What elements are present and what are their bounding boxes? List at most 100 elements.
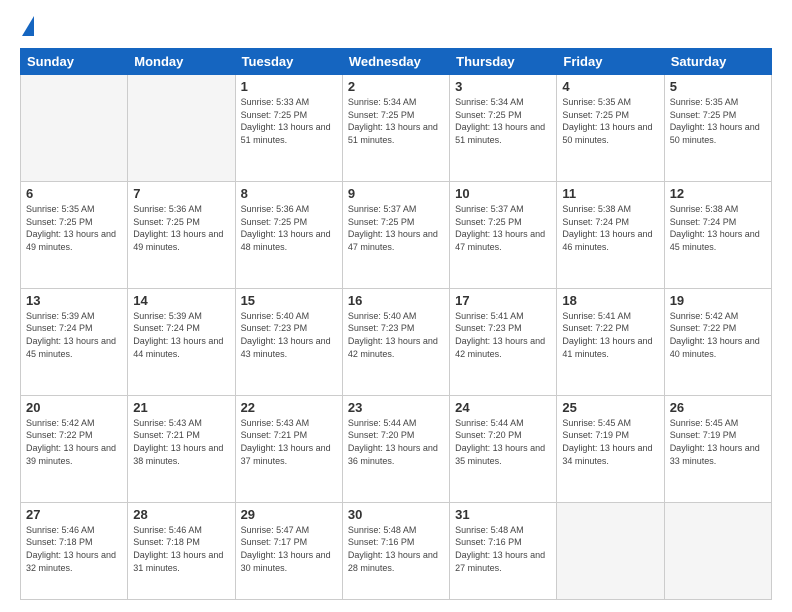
day-info: Sunrise: 5:35 AM Sunset: 7:25 PM Dayligh… (562, 96, 658, 146)
calendar-cell: 20 Sunrise: 5:42 AM Sunset: 7:22 PM Dayli… (21, 395, 128, 502)
calendar-cell: 16 Sunrise: 5:40 AM Sunset: 7:23 PM Dayli… (342, 288, 449, 395)
day-info: Sunrise: 5:39 AM Sunset: 7:24 PM Dayligh… (133, 310, 229, 360)
weekday-header: Sunday (21, 49, 128, 75)
day-info: Sunrise: 5:39 AM Sunset: 7:24 PM Dayligh… (26, 310, 122, 360)
calendar-cell: 29 Sunrise: 5:47 AM Sunset: 7:17 PM Dayli… (235, 502, 342, 599)
day-number: 20 (26, 400, 122, 415)
day-number: 2 (348, 79, 444, 94)
day-number: 21 (133, 400, 229, 415)
day-number: 14 (133, 293, 229, 308)
calendar-cell: 9 Sunrise: 5:37 AM Sunset: 7:25 PM Daylig… (342, 181, 449, 288)
day-info: Sunrise: 5:36 AM Sunset: 7:25 PM Dayligh… (133, 203, 229, 253)
day-number: 10 (455, 186, 551, 201)
calendar-cell: 12Sunrise: 5:38 AM Sunset: 7:24 PM Dayli… (664, 181, 771, 288)
day-info: Sunrise: 5:42 AM Sunset: 7:22 PM Dayligh… (670, 310, 766, 360)
day-number: 26 (670, 400, 766, 415)
calendar-cell: 8Sunrise: 5:36 AM Sunset: 7:25 PM Daylig… (235, 181, 342, 288)
calendar-cell (128, 75, 235, 182)
day-info: Sunrise: 5:37 AM Sunset: 7:25 PM Dayligh… (455, 203, 551, 253)
day-info: Sunrise: 5:36 AM Sunset: 7:25 PM Dayligh… (241, 203, 337, 253)
day-info: Sunrise: 5:38 AM Sunset: 7:24 PM Dayligh… (562, 203, 658, 253)
calendar-cell: 11Sunrise: 5:38 AM Sunset: 7:24 PM Dayli… (557, 181, 664, 288)
calendar-cell: 3Sunrise: 5:34 AM Sunset: 7:25 PM Daylig… (450, 75, 557, 182)
day-info: Sunrise: 5:46 AM Sunset: 7:18 PM Dayligh… (133, 524, 229, 574)
day-number: 7 (133, 186, 229, 201)
day-info: Sunrise: 5:47 AM Sunset: 7:17 PM Dayligh… (241, 524, 337, 574)
calendar-cell: 4 Sunrise: 5:35 AM Sunset: 7:25 PM Daylig… (557, 75, 664, 182)
day-number: 13 (26, 293, 122, 308)
calendar-cell: 7 Sunrise: 5:36 AM Sunset: 7:25 PM Daylig… (128, 181, 235, 288)
day-info: Sunrise: 5:46 AM Sunset: 7:18 PM Dayligh… (26, 524, 122, 574)
weekday-header: Wednesday (342, 49, 449, 75)
calendar-cell: 13 Sunrise: 5:39 AM Sunset: 7:24 PM Dayli… (21, 288, 128, 395)
day-number: 4 (562, 79, 658, 94)
calendar-cell: 31 Sunrise: 5:48 AM Sunset: 7:16 PM Dayli… (450, 502, 557, 599)
calendar-table: SundayMondayTuesdayWednesdayThursdayFrid… (20, 48, 772, 600)
day-number: 19 (670, 293, 766, 308)
day-info: Sunrise: 5:40 AM Sunset: 7:23 PM Dayligh… (348, 310, 444, 360)
calendar-cell: 28 Sunrise: 5:46 AM Sunset: 7:18 PM Dayli… (128, 502, 235, 599)
weekday-header: Friday (557, 49, 664, 75)
calendar-cell: 6 Sunrise: 5:35 AM Sunset: 7:25 PM Daylig… (21, 181, 128, 288)
weekday-header: Tuesday (235, 49, 342, 75)
logo (20, 16, 34, 38)
day-info: Sunrise: 5:34 AM Sunset: 7:25 PM Dayligh… (348, 96, 444, 146)
day-info: Sunrise: 5:40 AM Sunset: 7:23 PM Dayligh… (241, 310, 337, 360)
weekday-header: Thursday (450, 49, 557, 75)
calendar-cell: 18Sunrise: 5:41 AM Sunset: 7:22 PM Dayli… (557, 288, 664, 395)
calendar-cell: 22 Sunrise: 5:43 AM Sunset: 7:21 PM Dayli… (235, 395, 342, 502)
calendar-cell: 26Sunrise: 5:45 AM Sunset: 7:19 PM Dayli… (664, 395, 771, 502)
day-number: 15 (241, 293, 337, 308)
day-number: 24 (455, 400, 551, 415)
day-info: Sunrise: 5:43 AM Sunset: 7:21 PM Dayligh… (241, 417, 337, 467)
logo-triangle-icon (22, 16, 34, 36)
day-number: 31 (455, 507, 551, 522)
calendar-cell: 25 Sunrise: 5:45 AM Sunset: 7:19 PM Dayli… (557, 395, 664, 502)
day-info: Sunrise: 5:42 AM Sunset: 7:22 PM Dayligh… (26, 417, 122, 467)
calendar-cell (557, 502, 664, 599)
day-info: Sunrise: 5:33 AM Sunset: 7:25 PM Dayligh… (241, 96, 337, 146)
day-number: 5 (670, 79, 766, 94)
calendar-cell: 10 Sunrise: 5:37 AM Sunset: 7:25 PM Dayli… (450, 181, 557, 288)
calendar-cell (664, 502, 771, 599)
day-number: 6 (26, 186, 122, 201)
weekday-header: Monday (128, 49, 235, 75)
calendar-cell: 17Sunrise: 5:41 AM Sunset: 7:23 PM Dayli… (450, 288, 557, 395)
day-info: Sunrise: 5:45 AM Sunset: 7:19 PM Dayligh… (562, 417, 658, 467)
calendar-cell: 19 Sunrise: 5:42 AM Sunset: 7:22 PM Dayli… (664, 288, 771, 395)
calendar-cell: 24 Sunrise: 5:44 AM Sunset: 7:20 PM Dayli… (450, 395, 557, 502)
day-info: Sunrise: 5:37 AM Sunset: 7:25 PM Dayligh… (348, 203, 444, 253)
calendar-cell: 30Sunrise: 5:48 AM Sunset: 7:16 PM Dayli… (342, 502, 449, 599)
day-info: Sunrise: 5:41 AM Sunset: 7:23 PM Dayligh… (455, 310, 551, 360)
calendar-week-row: 13 Sunrise: 5:39 AM Sunset: 7:24 PM Dayli… (21, 288, 772, 395)
calendar-cell: 1 Sunrise: 5:33 AM Sunset: 7:25 PM Daylig… (235, 75, 342, 182)
calendar-week-row: 27 Sunrise: 5:46 AM Sunset: 7:18 PM Dayli… (21, 502, 772, 599)
day-number: 29 (241, 507, 337, 522)
weekday-header-row: SundayMondayTuesdayWednesdayThursdayFrid… (21, 49, 772, 75)
calendar-cell: 14 Sunrise: 5:39 AM Sunset: 7:24 PM Dayli… (128, 288, 235, 395)
day-info: Sunrise: 5:44 AM Sunset: 7:20 PM Dayligh… (455, 417, 551, 467)
calendar-cell: 15 Sunrise: 5:40 AM Sunset: 7:23 PM Dayli… (235, 288, 342, 395)
day-number: 27 (26, 507, 122, 522)
day-number: 9 (348, 186, 444, 201)
day-number: 1 (241, 79, 337, 94)
day-info: Sunrise: 5:48 AM Sunset: 7:16 PM Dayligh… (455, 524, 551, 574)
day-info: Sunrise: 5:34 AM Sunset: 7:25 PM Dayligh… (455, 96, 551, 146)
calendar-week-row: 20 Sunrise: 5:42 AM Sunset: 7:22 PM Dayli… (21, 395, 772, 502)
calendar-cell: 21 Sunrise: 5:43 AM Sunset: 7:21 PM Dayli… (128, 395, 235, 502)
day-info: Sunrise: 5:43 AM Sunset: 7:21 PM Dayligh… (133, 417, 229, 467)
calendar-cell: 2 Sunrise: 5:34 AM Sunset: 7:25 PM Daylig… (342, 75, 449, 182)
day-info: Sunrise: 5:35 AM Sunset: 7:25 PM Dayligh… (670, 96, 766, 146)
day-number: 22 (241, 400, 337, 415)
day-number: 25 (562, 400, 658, 415)
day-info: Sunrise: 5:35 AM Sunset: 7:25 PM Dayligh… (26, 203, 122, 253)
header (20, 16, 772, 38)
calendar-cell: 23Sunrise: 5:44 AM Sunset: 7:20 PM Dayli… (342, 395, 449, 502)
weekday-header: Saturday (664, 49, 771, 75)
calendar-week-row: 6 Sunrise: 5:35 AM Sunset: 7:25 PM Daylig… (21, 181, 772, 288)
day-number: 28 (133, 507, 229, 522)
day-info: Sunrise: 5:44 AM Sunset: 7:20 PM Dayligh… (348, 417, 444, 467)
day-number: 12 (670, 186, 766, 201)
calendar-cell (21, 75, 128, 182)
day-number: 16 (348, 293, 444, 308)
